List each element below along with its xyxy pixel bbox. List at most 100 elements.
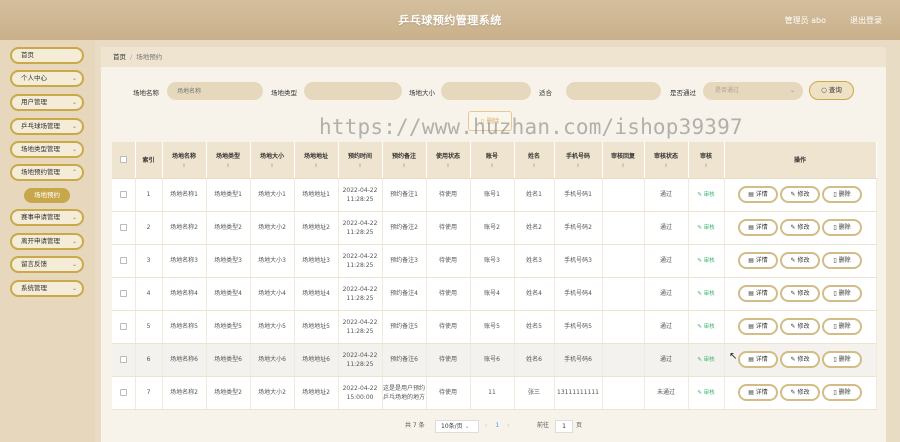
- sidebar-item-profile[interactable]: 个人中心 ⌄: [10, 70, 84, 87]
- cell-size: 场地大小6: [250, 343, 295, 377]
- edit-button[interactable]: ✎ 修改: [780, 384, 820, 401]
- edit-button[interactable]: ✎ 修改: [780, 285, 820, 302]
- row-checkbox[interactable]: [119, 290, 127, 297]
- column-header[interactable]: 场地地址 ⇕: [294, 142, 339, 179]
- next-page-button[interactable]: ›: [507, 422, 509, 429]
- column-header[interactable]: 姓名 ⇕: [514, 142, 555, 179]
- row-checkbox[interactable]: [119, 257, 127, 264]
- column-header[interactable]: 预约备注 ⇕: [382, 142, 427, 179]
- detail-button[interactable]: ▤ 详情: [738, 219, 778, 236]
- sidebar-item-venue-types[interactable]: 场地类型管理 ⌄: [10, 141, 84, 158]
- sort-icon[interactable]: ⇕: [555, 163, 602, 169]
- chevron-down-icon: ⌄: [71, 146, 77, 153]
- prev-page-button[interactable]: ‹: [485, 422, 487, 429]
- edit-button[interactable]: ✎ 修改: [780, 351, 820, 368]
- sidebar-item-home[interactable]: 首页: [10, 47, 84, 64]
- venue-name-input[interactable]: [167, 82, 263, 100]
- audit-link-label: 审核: [703, 323, 715, 330]
- column-header[interactable]: 场地类型 ⇕: [206, 142, 251, 179]
- column-header[interactable]: 场地大小 ⇕: [250, 142, 295, 179]
- sort-icon[interactable]: ⇕: [645, 163, 688, 169]
- sidebar-subitem-reservation[interactable]: 场地预约: [24, 188, 70, 203]
- cell-addr: 场地地址6: [294, 343, 339, 377]
- row-checkbox[interactable]: [119, 323, 127, 330]
- detail-button[interactable]: ▤ 详情: [738, 318, 778, 335]
- actions-cell: ▤ 详情 ✎ 修改 ▯ 删除: [724, 211, 877, 245]
- column-header[interactable]: 审核状态 ⇕: [644, 142, 689, 179]
- edit-button[interactable]: ✎ 修改: [780, 252, 820, 269]
- row-checkbox[interactable]: [119, 356, 127, 363]
- row-checkbox[interactable]: [119, 191, 127, 198]
- breadcrumb-home[interactable]: 首页: [113, 53, 126, 61]
- detail-button[interactable]: ▤ 详情: [738, 252, 778, 269]
- edit-button[interactable]: ✎ 修改: [780, 318, 820, 335]
- audit-filter-select[interactable]: 是否通过 ⌄: [703, 82, 803, 100]
- sort-icon[interactable]: ⇕: [471, 163, 514, 169]
- detail-button[interactable]: ▤ 详情: [738, 384, 778, 401]
- column-header[interactable]: 预约时间 ⇕: [338, 142, 383, 179]
- audit-link[interactable]: ✎ 审核: [697, 192, 714, 198]
- column-header[interactable]: 场地名称 ⇕: [162, 142, 207, 179]
- audit-link[interactable]: ✎ 审核: [697, 291, 714, 297]
- sort-icon[interactable]: ⇕: [603, 163, 644, 169]
- sort-icon[interactable]: ⇕: [427, 163, 470, 169]
- page-number[interactable]: 1: [495, 422, 499, 429]
- sort-icon[interactable]: ⇕: [251, 163, 294, 169]
- sidebar-item-users[interactable]: 用户管理 ⌄: [10, 94, 84, 111]
- page-size-select[interactable]: 10条/页 ⌄: [435, 420, 479, 433]
- cell-acct: 账号6: [470, 343, 515, 377]
- delete-button[interactable]: ▯ 删除: [822, 351, 862, 368]
- detail-button[interactable]: ▤ 详情: [738, 351, 778, 368]
- column-header[interactable]: 索引: [135, 142, 163, 179]
- column-header[interactable]: 账号 ⇕: [470, 142, 515, 179]
- chevron-down-icon: ⌄: [464, 423, 470, 430]
- column-header[interactable]: 使用状态 ⇕: [426, 142, 471, 179]
- goto-input[interactable]: 1: [555, 420, 573, 433]
- sidebar-item-events[interactable]: 赛事申请管理 ⌄: [10, 209, 84, 226]
- sort-icon[interactable]: ⇕: [163, 163, 206, 169]
- audit-link[interactable]: ✎ 审核: [697, 390, 714, 396]
- sidebar-item-feedback[interactable]: 留言反馈 ⌄: [10, 256, 84, 273]
- cell-phone: 手机号码5: [554, 310, 603, 344]
- row-checkbox[interactable]: [119, 389, 127, 396]
- cell-size: 场地大小3: [250, 244, 295, 278]
- detail-button[interactable]: ▤ 详情: [738, 186, 778, 203]
- detail-button[interactable]: ▤ 详情: [738, 285, 778, 302]
- sort-icon[interactable]: ⇕: [515, 163, 554, 169]
- edit-button[interactable]: ✎ 修改: [780, 186, 820, 203]
- sidebar-item-reservations[interactable]: 场地预约管理 ⌃: [10, 164, 84, 181]
- sort-icon[interactable]: ⇕: [339, 163, 382, 169]
- search-button[interactable]: ○ 查询: [809, 81, 854, 100]
- venue-size-select[interactable]: [441, 82, 531, 100]
- status-filter-select[interactable]: [566, 82, 661, 100]
- edit-button[interactable]: ✎ 修改: [780, 219, 820, 236]
- audit-link[interactable]: ✎ 审核: [697, 357, 714, 363]
- sort-icon[interactable]: ⇕: [689, 163, 724, 169]
- sort-icon[interactable]: ⇕: [207, 163, 250, 169]
- sort-icon[interactable]: ⇕: [295, 163, 338, 169]
- sidebar-item-system[interactable]: 系统管理 ⌄: [10, 280, 84, 297]
- sidebar-item-courts[interactable]: 乒乓球场管理 ⌄: [10, 118, 84, 135]
- sidebar-item-leave[interactable]: 离开申请管理 ⌄: [10, 233, 84, 250]
- delete-button[interactable]: ▯ 删除: [822, 318, 862, 335]
- audit-link[interactable]: ✎ 审核: [697, 324, 714, 330]
- column-header[interactable]: 审核回复 ⇕: [602, 142, 645, 179]
- cell-idx: 7: [135, 376, 163, 410]
- column-header[interactable]: 审核 ⇕: [688, 142, 725, 179]
- audit-link[interactable]: ✎ 审核: [697, 225, 714, 231]
- cell-addr: 场地地址1: [294, 178, 339, 212]
- delete-button[interactable]: ▯ 删除: [822, 219, 862, 236]
- cell-uname: 姓名5: [514, 310, 555, 344]
- audit-link[interactable]: ✎ 审核: [697, 258, 714, 264]
- delete-button[interactable]: ▯ 删除: [822, 285, 862, 302]
- sort-icon[interactable]: ⇕: [383, 163, 426, 169]
- logout-link[interactable]: 退出登录: [850, 15, 882, 26]
- status-filter-label: 适合: [539, 89, 552, 97]
- delete-button[interactable]: ▯ 删除: [822, 252, 862, 269]
- delete-button[interactable]: ▯ 删除: [822, 186, 862, 203]
- column-header[interactable]: 手机号码 ⇕: [554, 142, 603, 179]
- select-all-checkbox[interactable]: [119, 156, 127, 164]
- venue-type-select[interactable]: [304, 82, 402, 100]
- delete-button[interactable]: ▯ 删除: [822, 384, 862, 401]
- row-checkbox[interactable]: [119, 224, 127, 231]
